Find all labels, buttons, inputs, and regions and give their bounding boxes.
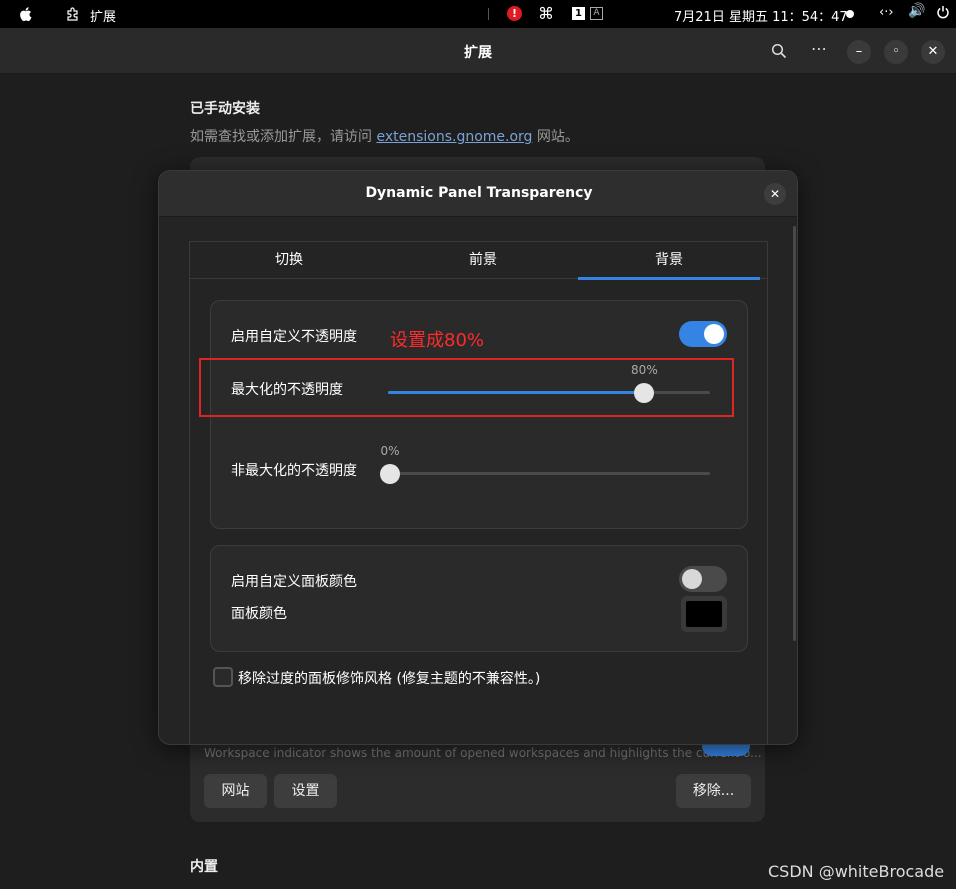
preferences-dialog: Dynamic Panel Transparency ✕ 切换 前景 背景 启用… — [158, 170, 798, 745]
clock[interactable]: 7月21日 星期五 11：54：47 — [674, 6, 848, 25]
enable-custom-opacity-switch[interactable] — [679, 321, 727, 347]
annotation-text: 设置成80% — [390, 330, 485, 351]
color-swatch — [686, 601, 722, 627]
search-icon[interactable] — [771, 43, 787, 59]
extension-description: Workspace indicator shows the amount of … — [204, 746, 762, 760]
section-title-manual: 已手动安装 — [190, 101, 260, 117]
unmaximized-opacity-slider[interactable]: 0% — [380, 444, 710, 484]
enable-custom-opacity-label: 启用自定义不透明度 — [231, 329, 357, 345]
notification-dot-icon — [846, 10, 854, 18]
switch-knob — [682, 569, 702, 589]
slider-handle[interactable] — [380, 464, 400, 484]
enable-custom-color-switch[interactable] — [679, 566, 727, 592]
keyboard-layout-indicator[interactable]: 1 — [572, 7, 585, 20]
active-app-name[interactable]: 扩展 — [90, 6, 116, 25]
dialog-title: Dynamic Panel Transparency — [365, 185, 593, 201]
window-header: 扩展 ⋯ – ◦ ✕ — [0, 28, 956, 74]
settings-notebook: 切换 前景 背景 启用自定义不透明度 最大化的不透明度 80% 非最大化的不透明… — [189, 241, 768, 744]
tab-foreground[interactable]: 前景 — [388, 242, 578, 279]
panel-separator — [488, 8, 489, 20]
restore-button[interactable]: ◦ — [884, 40, 908, 64]
switch-knob — [704, 324, 724, 344]
settings-button[interactable]: 设置 — [274, 774, 337, 808]
more-menu-icon[interactable]: ⋯ — [811, 39, 828, 58]
subtitle-suffix: 网站。 — [532, 129, 579, 145]
tab-background[interactable]: 背景 — [578, 242, 760, 280]
window-close-button[interactable]: ✕ — [921, 40, 945, 64]
section-subtitle: 如需查找或添加扩展，请访问 extensions.gnome.org 网站。 — [190, 126, 579, 146]
alert-icon[interactable]: ! — [507, 6, 522, 21]
command-key-icon[interactable]: ⌘ — [538, 4, 554, 23]
panel-color-label: 面板颜色 — [231, 606, 287, 622]
panel-color-group: 启用自定义面板颜色 面板颜色 — [210, 545, 748, 652]
watermark: CSDN @whiteBrocade — [768, 862, 945, 881]
remove-button[interactable]: 移除... — [676, 774, 751, 808]
power-icon[interactable] — [936, 5, 950, 19]
tab-toggle[interactable]: 切换 — [190, 242, 388, 279]
network-icon[interactable]: ‹·› — [879, 5, 894, 20]
extensions-link[interactable]: extensions.gnome.org — [376, 129, 532, 145]
remove-styling-checkbox[interactable] — [213, 667, 233, 687]
unmaximized-opacity-label: 非最大化的不透明度 — [231, 463, 357, 479]
section-title-builtin: 内置 — [190, 859, 218, 875]
dialog-close-button[interactable]: ✕ — [764, 183, 786, 205]
dialog-scrollbar[interactable] — [793, 226, 796, 641]
apple-logo-icon[interactable] — [17, 5, 35, 23]
slider-value-label: 0% — [380, 444, 400, 458]
minimize-button[interactable]: – — [847, 40, 871, 64]
slider-track — [388, 472, 710, 475]
input-method-indicator[interactable]: A — [590, 7, 603, 20]
puzzle-icon — [67, 7, 78, 21]
top-panel: 扩展 ! ⌘ 1 A 7月21日 星期五 11：54：47 ‹·› 🔊 — [0, 0, 956, 28]
panel-color-button[interactable] — [681, 596, 727, 632]
annotation-highlight-box — [199, 358, 734, 417]
subtitle-prefix: 如需查找或添加扩展，请访问 — [190, 129, 377, 145]
website-button[interactable]: 网站 — [204, 774, 267, 808]
dialog-header: Dynamic Panel Transparency ✕ — [159, 171, 797, 217]
remove-styling-label: 移除过度的面板修饰风格 (修复主题的不兼容性。) — [238, 671, 541, 687]
tab-bar: 切换 前景 背景 — [190, 242, 767, 280]
volume-icon[interactable]: 🔊 — [908, 3, 925, 19]
enable-custom-color-label: 启用自定义面板颜色 — [231, 574, 357, 590]
